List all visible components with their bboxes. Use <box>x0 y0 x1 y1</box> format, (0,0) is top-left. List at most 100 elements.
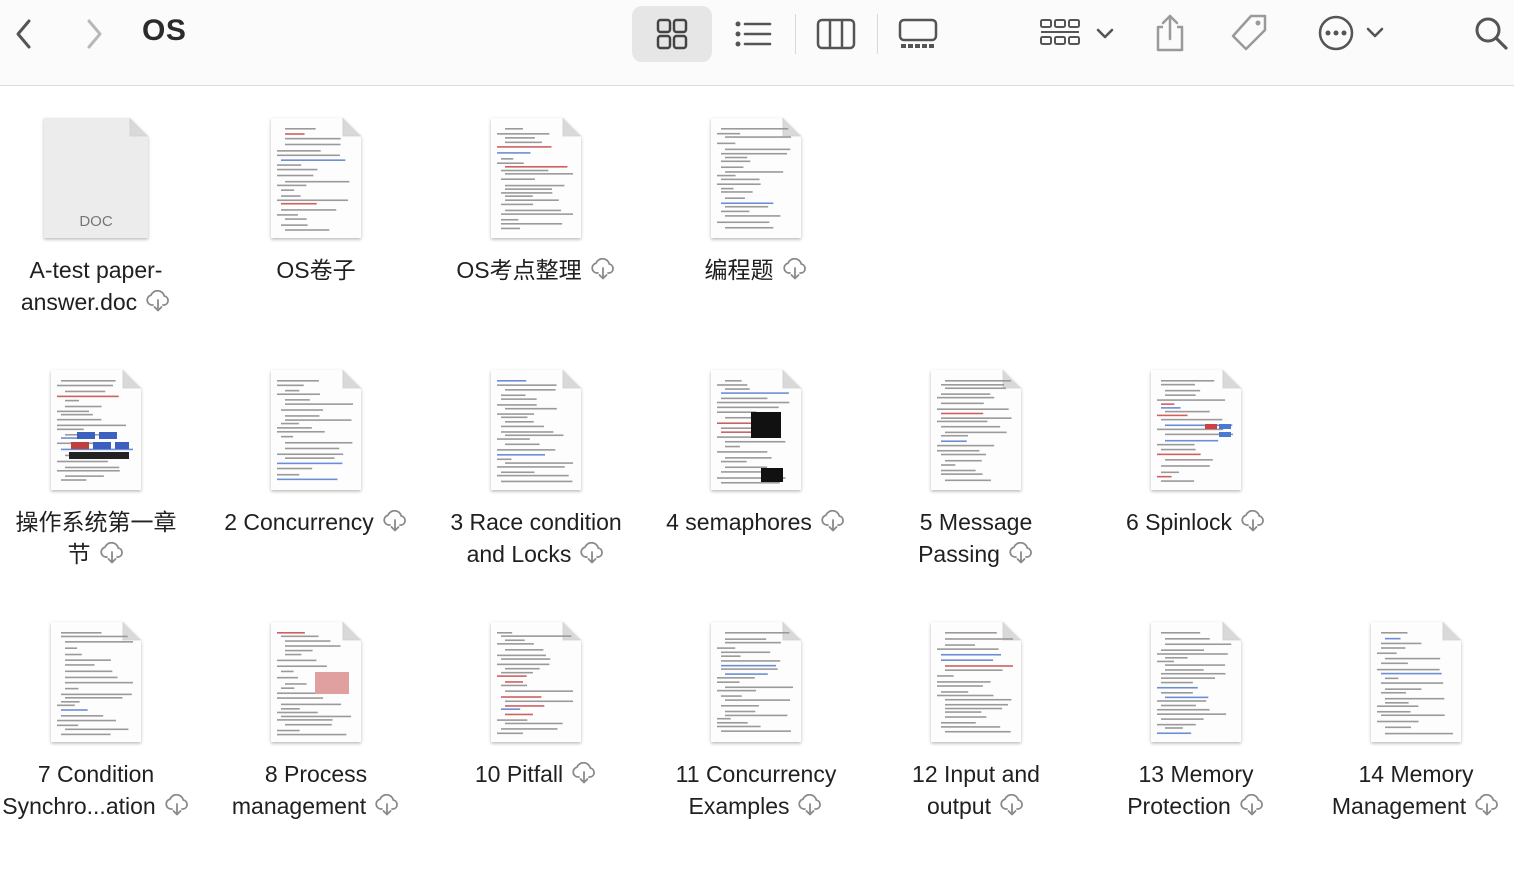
cloud-download-icon[interactable] <box>1008 542 1034 564</box>
file-item[interactable]: 8 Process management <box>211 620 421 850</box>
share-button[interactable] <box>1150 10 1190 56</box>
cloud-download-icon[interactable] <box>164 794 190 816</box>
file-item[interactable]: 4 semaphores <box>651 368 861 598</box>
file-name-text: 2 Concurrency <box>224 509 374 535</box>
document-thumbnail <box>491 622 581 742</box>
file-name-line: A-test paper- <box>0 254 206 286</box>
list-view-icon <box>735 21 772 47</box>
cloud-download-icon[interactable] <box>820 510 846 532</box>
file-item[interactable]: 5 Message Passing <box>871 368 1081 598</box>
file-name-text: Passing <box>918 541 1000 567</box>
file-item[interactable]: OS卷子 <box>211 116 421 346</box>
document-thumbnail <box>491 118 581 238</box>
forward-button[interactable] <box>78 14 110 54</box>
cloud-download-icon[interactable] <box>797 794 823 816</box>
file-item[interactable]: 3 Race condition and Locks <box>431 368 641 598</box>
column-view-button[interactable] <box>814 14 858 54</box>
file-name-text: 13 Memory <box>1138 761 1254 787</box>
cloud-download-icon[interactable] <box>579 542 605 564</box>
file-item[interactable]: 12 Input and output <box>871 620 1081 850</box>
file-item[interactable]: 10 Pitfall <box>431 620 641 850</box>
document-thumbnail <box>711 370 801 490</box>
file-item[interactable]: 6 Spinlock <box>1091 368 1301 598</box>
file-name-label: A-test paper-answer.doc <box>0 254 206 318</box>
file-name-text: and Locks <box>466 541 572 567</box>
back-button[interactable] <box>8 14 40 54</box>
file-name-line: 13 Memory <box>1086 758 1306 790</box>
search-button[interactable] <box>1472 12 1510 54</box>
icon-view-button[interactable] <box>652 14 692 54</box>
file-name-line: OS考点整理 <box>426 254 646 286</box>
cloud-download-icon[interactable] <box>1474 794 1500 816</box>
document-thumbnail <box>711 118 801 238</box>
file-item[interactable]: 14 Memory Management <box>1311 620 1514 850</box>
document-thumbnail <box>491 370 581 490</box>
file-name-line: 4 semaphores <box>646 506 866 538</box>
file-name-line: 3 Race condition <box>426 506 646 538</box>
file-name-line: 编程题 <box>646 254 866 286</box>
more-button[interactable] <box>1312 12 1388 54</box>
file-item[interactable]: 13 Memory Protection <box>1091 620 1301 850</box>
column-view-icon <box>816 18 856 50</box>
file-name-label: 4 semaphores <box>646 506 866 538</box>
file-name-label: 10 Pitfall <box>426 758 646 790</box>
more-icon <box>1318 15 1354 51</box>
file-item[interactable]: 操作系统第一章节 <box>0 368 201 598</box>
file-name-line: Management <box>1306 790 1514 822</box>
file-item[interactable]: OS考点整理 <box>431 116 641 346</box>
file-item[interactable]: DOC A-test paper-answer.doc <box>0 116 201 346</box>
cloud-download-icon[interactable] <box>382 510 408 532</box>
file-name-text: OS卷子 <box>276 257 356 283</box>
file-name-label: 7 Condition Synchro...ation <box>0 758 206 822</box>
file-name-text: Examples <box>688 793 790 819</box>
tag-button[interactable] <box>1228 12 1270 54</box>
file-name-line: Examples <box>646 790 866 822</box>
file-name-text: 6 Spinlock <box>1125 509 1233 535</box>
file-item[interactable]: 11 Concurrency Examples <box>651 620 861 850</box>
file-name-text: 11 Concurrency <box>675 761 837 787</box>
file-name-text: Management <box>1331 793 1467 819</box>
file-item[interactable]: 7 Condition Synchro...ation <box>0 620 201 850</box>
cloud-download-icon[interactable] <box>782 258 808 280</box>
file-name-label: 编程题 <box>646 254 866 286</box>
file-item[interactable]: 2 Concurrency <box>211 368 421 598</box>
gallery-view-button[interactable] <box>896 14 940 54</box>
file-name-line: 12 Input and <box>866 758 1086 790</box>
file-name-line: 14 Memory <box>1306 758 1514 790</box>
cloud-download-icon[interactable] <box>999 794 1025 816</box>
cloud-download-icon[interactable] <box>145 290 171 312</box>
file-name-line: 10 Pitfall <box>426 758 646 790</box>
list-view-button[interactable] <box>732 14 774 54</box>
cloud-download-icon[interactable] <box>571 762 597 784</box>
file-name-text: OS考点整理 <box>456 257 582 283</box>
document-thumbnail <box>931 622 1021 742</box>
file-name-text: Protection <box>1127 793 1231 819</box>
cloud-download-icon[interactable] <box>99 542 125 564</box>
file-name-line: 2 Concurrency <box>206 506 426 538</box>
group-button[interactable] <box>1038 14 1114 54</box>
file-name-line: Synchro...ation <box>0 790 206 822</box>
file-name-line: 7 Condition <box>0 758 206 790</box>
document-thumbnail <box>1151 370 1241 490</box>
file-name-line: Passing <box>866 538 1086 570</box>
file-name-line: 节 <box>0 538 206 570</box>
file-name-line: answer.doc <box>0 286 206 318</box>
file-name-text: A-test paper- <box>29 257 163 283</box>
file-name-text: output <box>927 793 991 819</box>
file-name-label: 12 Input and output <box>866 758 1086 822</box>
file-name-text: 5 Message <box>919 509 1033 535</box>
cloud-download-icon[interactable] <box>1240 510 1266 532</box>
toolbar: OS <box>0 0 1514 86</box>
file-name-text: 操作系统第一章 <box>15 509 177 535</box>
file-name-label: 5 Message Passing <box>866 506 1086 570</box>
file-name-label: 操作系统第一章节 <box>0 506 206 570</box>
file-name-text: answer.doc <box>20 289 138 315</box>
cloud-download-icon[interactable] <box>374 794 400 816</box>
file-name-label: OS卷子 <box>206 254 426 286</box>
file-name-line: OS卷子 <box>206 254 426 286</box>
file-name-line: management <box>206 790 426 822</box>
file-name-text: management <box>231 793 367 819</box>
cloud-download-icon[interactable] <box>1239 794 1265 816</box>
file-item[interactable]: 编程题 <box>651 116 861 346</box>
cloud-download-icon[interactable] <box>590 258 616 280</box>
